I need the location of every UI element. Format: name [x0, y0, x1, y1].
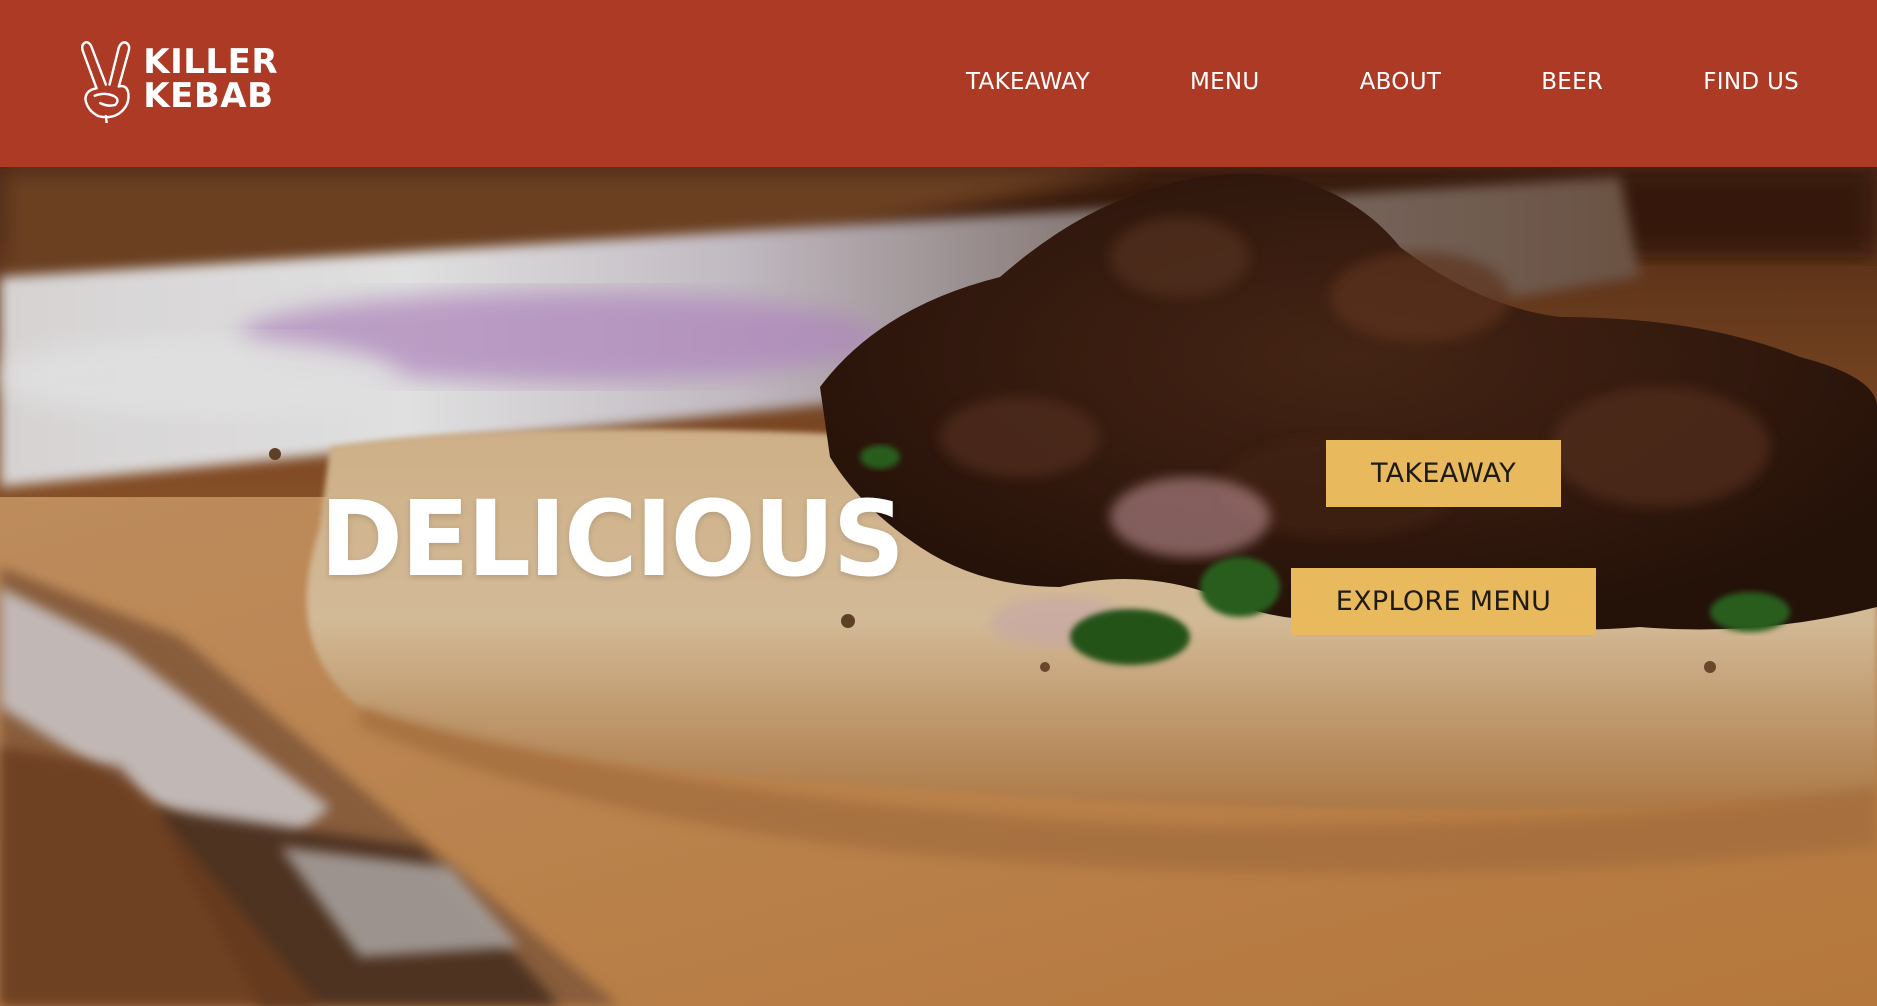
logo-text-line1: KILLER — [143, 42, 278, 82]
main-nav: TAKEAWAY MENU ABOUT BEER FIND US — [966, 0, 1799, 163]
page: KILLER KEBAB TAKEAWAY MENU ABOUT BEER FI… — [0, 0, 1877, 1006]
nav-item-menu[interactable]: MENU — [1190, 69, 1260, 95]
peace-hand-icon — [80, 41, 131, 123]
logo-link[interactable]: KILLER KEBAB — [78, 34, 278, 124]
hero-section: DELICIOUS TAKEAWAY EXPLORE MENU — [0, 167, 1877, 1006]
site-header: KILLER KEBAB TAKEAWAY MENU ABOUT BEER FI… — [0, 0, 1877, 167]
logo-text-line2: KEBAB — [143, 76, 274, 116]
nav-item-find-us[interactable]: FIND US — [1703, 69, 1799, 95]
nav-item-beer[interactable]: BEER — [1541, 69, 1603, 95]
logo-text: KILLER KEBAB — [143, 45, 278, 113]
takeaway-button[interactable]: TAKEAWAY — [1326, 440, 1561, 507]
nav-item-takeaway[interactable]: TAKEAWAY — [966, 69, 1090, 95]
nav-item-about[interactable]: ABOUT — [1360, 69, 1442, 95]
hero-title: DELICIOUS — [320, 478, 905, 600]
explore-menu-button[interactable]: EXPLORE MENU — [1291, 568, 1596, 635]
